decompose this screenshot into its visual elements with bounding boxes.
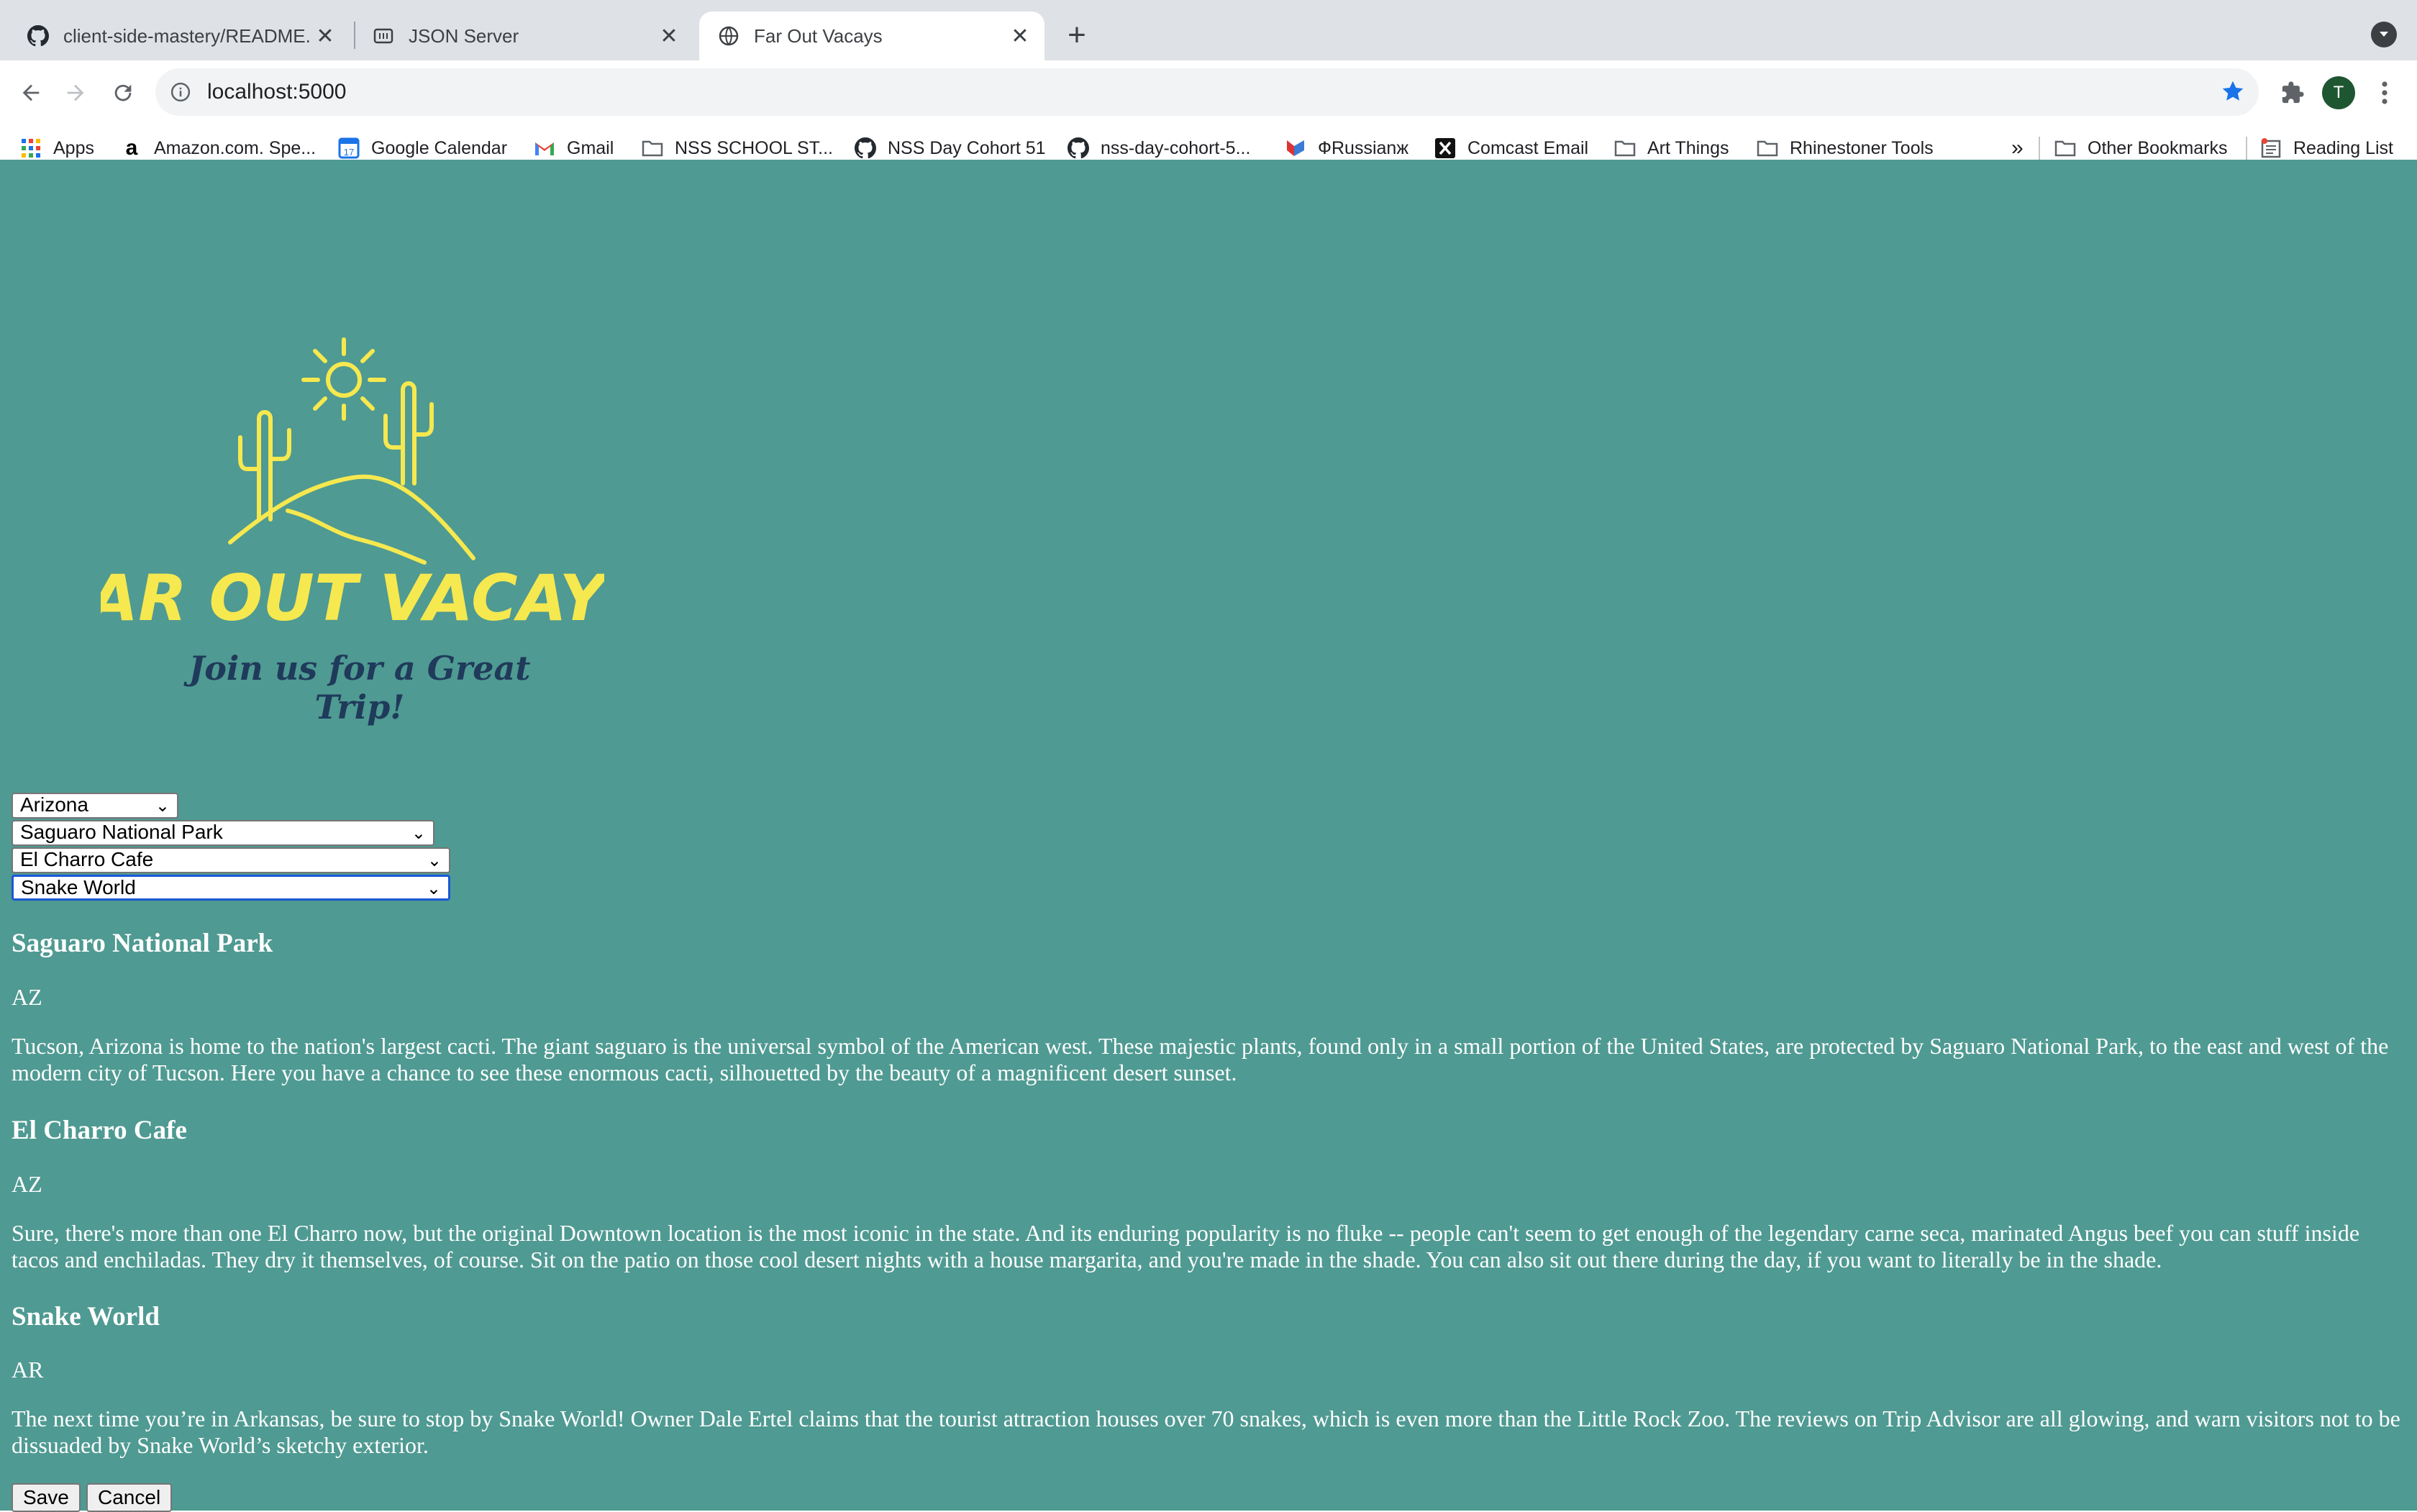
- bookmark-label: Rhinestoner Tools: [1790, 137, 1934, 158]
- bookmark-label: Art Things: [1647, 137, 1729, 158]
- logo-tagline: Join us for a Great Trip!: [188, 649, 531, 727]
- tab-far-out-vacays[interactable]: Far Out Vacays ✕: [699, 12, 1044, 60]
- park-state: AZ: [12, 984, 42, 1010]
- save-button[interactable]: Save: [12, 1483, 81, 1512]
- folder-icon: [642, 137, 663, 159]
- tab-title: client-side-mastery/README.m: [63, 24, 311, 47]
- menu-kebab-icon[interactable]: [2365, 73, 2404, 112]
- comcast-icon: [1434, 137, 1456, 159]
- folder-icon: [2054, 137, 2076, 159]
- avatar-initial: T: [2322, 76, 2355, 109]
- bookmark-divider: [2246, 137, 2247, 161]
- reading-list-icon: [2260, 137, 2282, 159]
- attraction-name: Snake World: [12, 1302, 160, 1331]
- calendar-icon: 17: [338, 137, 360, 159]
- reload-icon[interactable]: [98, 68, 148, 118]
- eatery-description: Sure, there's more than one El Charro no…: [12, 1220, 2360, 1272]
- bookmark-label: Comcast Email: [1467, 137, 1589, 158]
- svg-text:17: 17: [344, 147, 354, 158]
- gmail-icon: [534, 137, 555, 159]
- park-select-value: Saguaro National Park: [20, 821, 223, 843]
- bookmark-label: Apps: [53, 137, 94, 158]
- apps-grid-icon: [20, 137, 42, 159]
- eatery-select-value: El Charro Cafe: [20, 848, 154, 870]
- bookmark-star-icon[interactable]: [2220, 78, 2246, 108]
- eatery-name: El Charro Cafe: [12, 1116, 187, 1145]
- profile-avatar[interactable]: T: [2319, 73, 2358, 112]
- chevron-down-icon: ⌄: [426, 879, 441, 898]
- close-icon[interactable]: ✕: [1006, 22, 1034, 50]
- state-select-value: Arizona: [20, 793, 88, 816]
- attraction-select-value: Snake World: [21, 876, 136, 898]
- far-out-vacays-logo: FAR OUT VACAYS Join us for a Great Trip!: [54, 246, 651, 727]
- amazon-icon: a: [125, 136, 138, 160]
- tab-search-chevron-icon[interactable]: [2371, 22, 2397, 47]
- park-name: Saguaro National Park: [12, 929, 273, 958]
- globe-icon: [716, 24, 741, 48]
- tab-github-readme[interactable]: client-side-mastery/README.m ✕: [0, 12, 350, 60]
- tab-strip: client-side-mastery/README.m ✕ JSON Serv…: [0, 0, 2417, 60]
- bookmark-label: Amazon.com. Spe...: [154, 137, 317, 158]
- bookmark-label: ФRussianж: [1318, 137, 1409, 158]
- chevron-down-icon: ⌄: [427, 851, 442, 870]
- github-icon: [855, 137, 876, 159]
- info-icon[interactable]: [170, 81, 191, 103]
- tab-title: Far Out Vacays: [754, 24, 883, 47]
- attraction-select[interactable]: Snake World ⌄: [12, 875, 450, 901]
- github-icon: [1068, 137, 1089, 159]
- tab-json-server[interactable]: JSON Server ✕: [345, 12, 693, 60]
- bookmark-label: nss-day-cohort-5...: [1101, 137, 1251, 158]
- page-content: FAR OUT VACAYS Join us for a Great Trip!…: [0, 160, 2417, 1512]
- russian-icon: [1285, 137, 1306, 159]
- cancel-button[interactable]: Cancel: [86, 1483, 173, 1512]
- eatery-state: AZ: [12, 1171, 42, 1197]
- bookmark-divider: [2039, 137, 2040, 161]
- url-text: localhost:5000: [207, 80, 347, 104]
- forward-arrow-icon[interactable]: [50, 68, 101, 118]
- tab-title: JSON Server: [409, 24, 519, 47]
- logo-title: FAR OUT VACAYS: [101, 561, 604, 635]
- browser-toolbar: localhost:5000 T Apps a Amazon.com. Spe.…: [0, 60, 2417, 171]
- json-server-icon: [371, 24, 396, 48]
- bookmark-label: Other Bookmarks: [2088, 137, 2228, 158]
- extensions-puzzle-icon[interactable]: [2273, 73, 2312, 112]
- bookmark-label: NSS SCHOOL ST...: [675, 137, 833, 158]
- close-icon[interactable]: ✕: [655, 22, 683, 50]
- chevron-down-icon: ⌄: [411, 824, 426, 843]
- folder-icon: [1614, 137, 1636, 159]
- address-bar[interactable]: localhost:5000: [155, 68, 2259, 116]
- attraction-description: The next time you’re in Arkansas, be sur…: [12, 1406, 2400, 1458]
- new-tab-plus-icon[interactable]: +: [1059, 17, 1095, 53]
- trip-selects: Arizona ⌄ Saguaro National Park ⌄ El Cha…: [12, 793, 450, 902]
- chevron-down-icon: ⌄: [155, 796, 170, 816]
- github-icon: [26, 24, 50, 48]
- bookmark-label: Reading List: [2293, 137, 2393, 158]
- attraction-state: AR: [12, 1357, 44, 1383]
- state-select[interactable]: Arizona ⌄: [12, 793, 178, 819]
- bookmark-label: Google Calendar: [371, 137, 508, 158]
- park-select[interactable]: Saguaro National Park ⌄: [12, 820, 434, 846]
- close-icon[interactable]: ✕: [311, 22, 340, 50]
- park-description: Tucson, Arizona is home to the nation's …: [12, 1033, 2389, 1085]
- eatery-select[interactable]: El Charro Cafe ⌄: [12, 847, 450, 873]
- folder-icon: [1757, 137, 1778, 159]
- bookmark-label: Gmail: [567, 137, 614, 158]
- back-arrow-icon[interactable]: [6, 68, 56, 118]
- bookmark-label: NSS Day Cohort 51: [888, 137, 1046, 158]
